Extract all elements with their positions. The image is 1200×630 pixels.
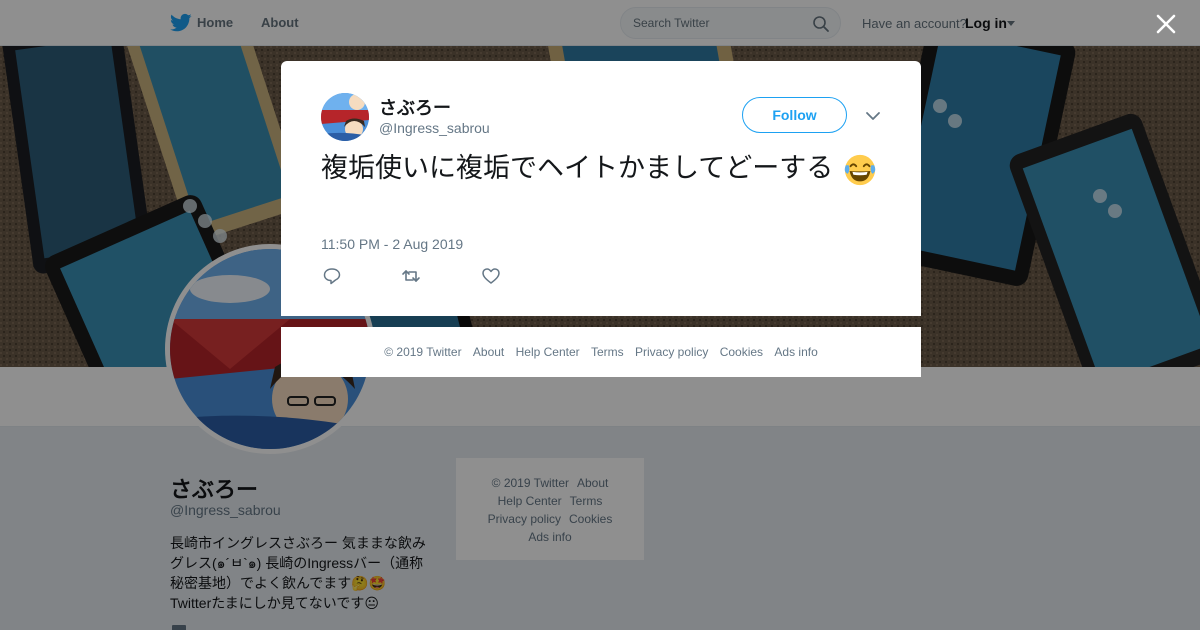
modal-footer-cookies-link[interactable]: Cookies: [720, 345, 763, 359]
modal-footer-help-link[interactable]: Help Center: [516, 345, 580, 359]
tweet-avatar-image: [321, 93, 369, 141]
tweet-modal: さぶろー @Ingress_sabrou Follow 複垢使いに複垢でヘイトか…: [281, 61, 921, 316]
modal-footer: © 2019 Twitter About Help Center Terms P…: [281, 327, 921, 377]
tweet-timestamp[interactable]: 11:50 PM - 2 Aug 2019: [321, 236, 463, 252]
tweet-author-name[interactable]: さぶろー: [379, 94, 451, 120]
retweet-icon[interactable]: [401, 266, 421, 286]
modal-footer-terms-link[interactable]: Terms: [591, 345, 624, 359]
follow-button[interactable]: Follow: [742, 97, 847, 133]
chevron-down-icon[interactable]: [865, 110, 881, 122]
tweet-avatar[interactable]: [321, 93, 369, 141]
modal-footer-privacy-link[interactable]: Privacy policy: [635, 345, 708, 359]
tweet-text: 複垢使いに複垢でヘイトかましてどーする: [321, 151, 891, 187]
reply-icon[interactable]: [322, 266, 342, 286]
laughing-tears-emoji-icon: [844, 154, 875, 185]
close-icon[interactable]: [1154, 12, 1178, 36]
heart-icon[interactable]: [481, 266, 501, 286]
tweet-text-body: 複垢使いに複垢でヘイトかましてどーする: [321, 153, 834, 183]
modal-footer-about-link[interactable]: About: [473, 345, 504, 359]
modal-footer-copyright: © 2019 Twitter: [384, 345, 462, 359]
modal-footer-ads-link[interactable]: Ads info: [774, 345, 817, 359]
tweet-author-handle[interactable]: @Ingress_sabrou: [379, 120, 490, 136]
